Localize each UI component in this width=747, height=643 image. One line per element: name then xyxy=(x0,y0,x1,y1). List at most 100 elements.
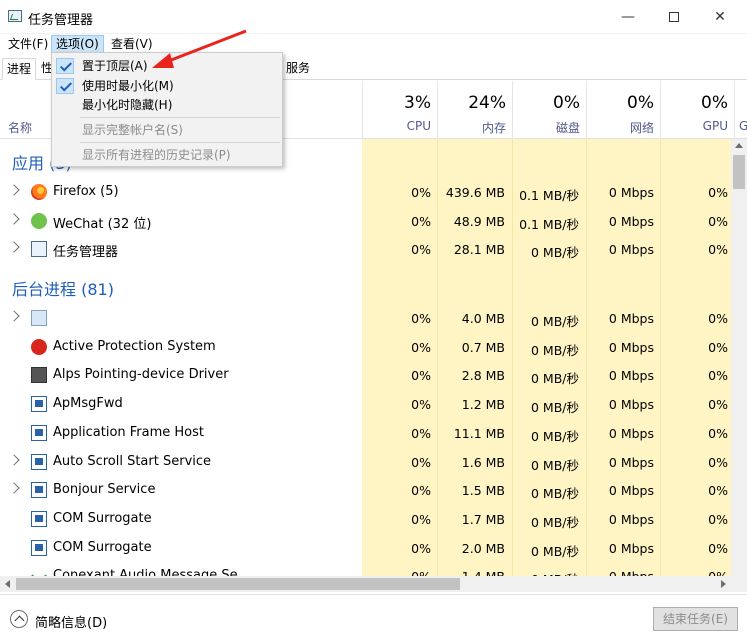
column-cpu[interactable]: 3% CPU xyxy=(362,81,437,139)
horizontal-scrollbar[interactable] xyxy=(0,576,731,592)
network-value: 0 Mbps xyxy=(608,339,654,355)
network-value: 0 Mbps xyxy=(608,368,654,384)
table-row[interactable]: Conexant Audio Message Se... 0% 1.4 MB 0 MB… xyxy=(0,562,731,576)
menu-view[interactable]: 查看(V) xyxy=(107,35,157,53)
table-row[interactable]: ApMsgFwd 0% 1.2 MB 0 MB/秒 0 Mbps 0% xyxy=(0,390,731,419)
cpu-value: 0% xyxy=(411,311,431,326)
network-value: 0 Mbps xyxy=(608,242,654,258)
menu-always-on-top[interactable]: 置于顶层(A) xyxy=(52,56,282,76)
table-row[interactable]: Application Frame Host 0% 11.1 MB 0 MB/秒 0 M… xyxy=(0,419,731,448)
table-row[interactable]: WeChat (32 位) 0% 48.9 MB 0.1 MB/秒 0 Mbps 0% xyxy=(0,207,731,236)
column-name[interactable]: 名称 xyxy=(8,119,32,136)
memory-value: 1.2 MB xyxy=(461,397,505,413)
process-name: WeChat (32 位) xyxy=(53,216,152,232)
gpu-value: 0% xyxy=(708,540,728,556)
cpu-value: 0% xyxy=(411,368,431,384)
chevron-right-icon[interactable] xyxy=(8,241,20,254)
chevron-right-icon[interactable] xyxy=(8,213,20,225)
app-window-icon xyxy=(31,539,47,556)
options-menu: 置于顶层(A) 使用时最小化(M) 最小化时隐藏(H) 显示完整帐户名(S) 显… xyxy=(51,52,283,167)
process-table: 应用 (3) Firefox (5) 0% 439.6 MB 0.1 MB/秒 0 Mb… xyxy=(0,139,731,576)
table-row[interactable]: Active Protection System 0% 0.7 MB 0 MB/秒 0 … xyxy=(0,333,731,362)
chevron-right-icon[interactable] xyxy=(8,482,20,494)
menu-minimize-on-use-label: 使用时最小化(M) xyxy=(82,79,174,93)
memory-value: 1.7 MB xyxy=(461,511,505,527)
menu-show-full-account-name[interactable]: 显示完整帐户名(S) xyxy=(52,120,282,140)
column-disk[interactable]: 0% 磁盘 xyxy=(512,81,586,139)
table-row[interactable]: 任务管理器 0% 28.1 MB 0 MB/秒 0 Mbps 0% xyxy=(0,235,731,264)
column-gpu[interactable]: 0% GPU xyxy=(660,81,734,139)
alps-driver-icon xyxy=(31,367,47,384)
chevron-right-icon[interactable] xyxy=(8,453,20,466)
table-row[interactable]: COM Surrogate 0% 2.0 MB 0 MB/秒 0 Mbps 0% xyxy=(0,534,731,563)
horizontal-scroll-thumb[interactable] xyxy=(16,578,460,590)
menu-show-history[interactable]: 显示所有进程的历史记录(P) xyxy=(52,145,282,165)
network-value: 0 Mbps xyxy=(608,425,654,441)
network-value: 0 Mbps xyxy=(608,540,654,556)
disk-value: 0 MB/秒 xyxy=(531,514,579,530)
gpu-value: 0% xyxy=(708,311,728,326)
chevron-right-icon[interactable] xyxy=(8,184,20,196)
cpu-value: 0% xyxy=(411,483,431,499)
column-memory[interactable]: 24% 内存 xyxy=(437,81,512,139)
network-value: 0 Mbps xyxy=(608,483,654,499)
end-task-button[interactable]: 结束任务(E) xyxy=(653,607,738,631)
tab-services[interactable]: 服务 xyxy=(282,58,314,80)
process-name: Auto Scroll Start Service xyxy=(53,453,212,469)
title-bar: 任务管理器 — ✕ xyxy=(0,0,747,34)
minimize-button[interactable]: — xyxy=(605,0,651,34)
column-gpu-engine[interactable]: G xyxy=(734,81,747,139)
active-protection-icon xyxy=(31,338,47,355)
scroll-left-icon[interactable] xyxy=(5,580,10,588)
table-row[interactable]: COM Surrogate 0% 1.7 MB 0 MB/秒 0 Mbps 0% xyxy=(0,505,731,534)
checkmark-icon xyxy=(56,78,74,94)
disk-value: 0 MB/秒 xyxy=(531,457,579,473)
process-name: 任务管理器 xyxy=(53,245,119,261)
process-name: Active Protection System xyxy=(53,338,216,354)
vertical-scroll-thumb[interactable] xyxy=(733,155,745,189)
disk-total: 0% xyxy=(553,93,580,113)
gpu-total: 0% xyxy=(701,93,728,113)
table-row[interactable]: Alps Pointing-device Driver 0% 2.8 MB 0 MB/… xyxy=(0,361,731,390)
firefox-icon xyxy=(31,184,47,200)
gpu-value: 0% xyxy=(708,454,728,470)
scroll-right-icon[interactable] xyxy=(721,580,726,588)
table-row[interactable]: Firefox (5) 0% 439.6 MB 0.1 MB/秒 0 Mbps 0% xyxy=(0,178,731,207)
vertical-scrollbar[interactable] xyxy=(731,139,747,576)
group-background: 后台进程 (81) xyxy=(12,280,114,299)
menu-bar: 文件(F) 选项(O) 查看(V) xyxy=(0,34,747,54)
gpu-value: 0% xyxy=(708,397,728,413)
chevron-right-icon[interactable] xyxy=(8,310,20,322)
disk-value: 0 MB/秒 xyxy=(531,371,579,387)
process-name: Conexant Audio Message Se... xyxy=(53,568,251,576)
menu-options[interactable]: 选项(O) xyxy=(51,35,104,53)
cpu-value: 0% xyxy=(411,454,431,470)
menu-hide-when-minimized[interactable]: 最小化时隐藏(H) xyxy=(52,95,282,115)
disk-value: 0 MB/秒 xyxy=(531,428,579,444)
cpu-value: 0% xyxy=(411,185,431,200)
menu-file[interactable]: 文件(F) xyxy=(4,35,52,53)
tab-processes[interactable]: 进程 xyxy=(2,58,37,80)
fewer-details-link[interactable]: 简略信息(D) xyxy=(35,612,107,631)
menu-minimize-on-use[interactable]: 使用时最小化(M) xyxy=(52,76,282,96)
scroll-up-icon[interactable] xyxy=(735,143,743,148)
column-network[interactable]: 0% 网络 xyxy=(586,81,660,139)
chevron-up-icon[interactable] xyxy=(10,610,28,628)
table-row[interactable]: 0% 4.0 MB 0 MB/秒 0 Mbps 0% xyxy=(0,304,731,333)
process-name: COM Surrogate xyxy=(53,539,152,555)
table-row[interactable]: Auto Scroll Start Service 0% 1.6 MB 0 MB/秒 0… xyxy=(0,448,731,477)
cpu-label: CPU xyxy=(406,119,431,133)
process-name: COM Surrogate xyxy=(53,510,152,526)
table-row[interactable]: Bonjour Service 0% 1.5 MB 0 MB/秒 0 Mbps 0% xyxy=(0,476,731,505)
close-button[interactable]: ✕ xyxy=(697,0,743,34)
network-value: 0 Mbps xyxy=(608,185,654,200)
gpu-value: 0% xyxy=(708,368,728,384)
cpu-value: 0% xyxy=(411,511,431,527)
network-value: 0 Mbps xyxy=(609,569,654,576)
memory-value: 28.1 MB xyxy=(453,242,505,258)
maximize-button[interactable] xyxy=(651,0,697,34)
gear-icon xyxy=(31,310,47,326)
menu-always-on-top-label: 置于顶层(A) xyxy=(82,59,148,73)
app-window-icon xyxy=(31,424,47,441)
memory-value: 1.6 MB xyxy=(461,454,505,470)
